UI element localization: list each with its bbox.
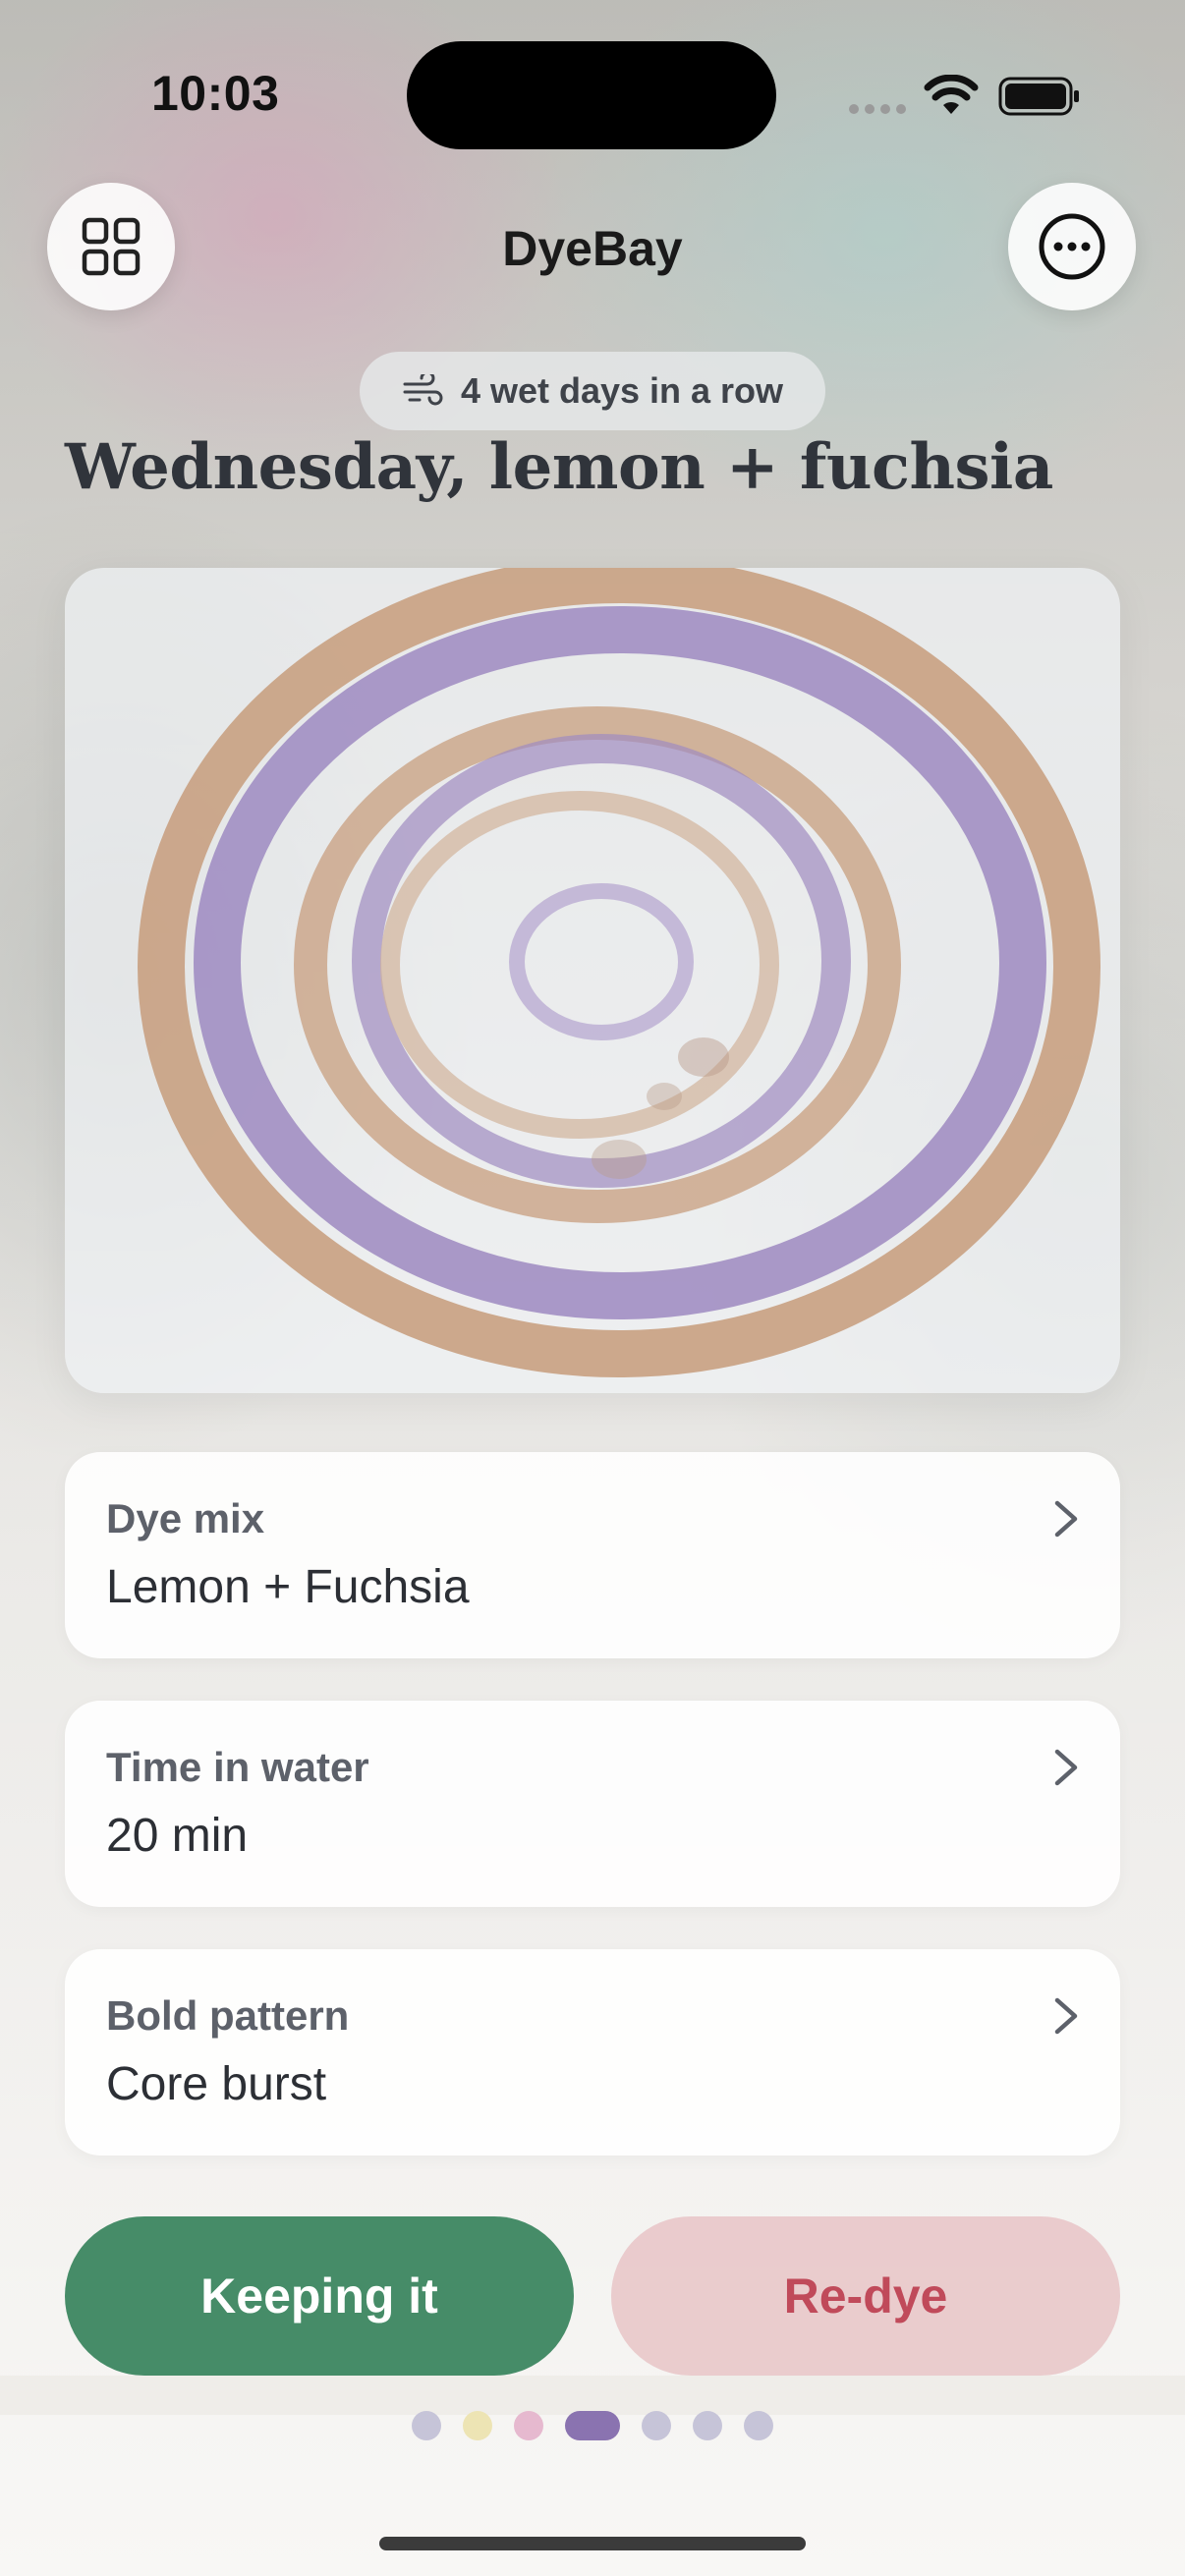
dye-preview-card: [65, 568, 1120, 1393]
page-dot[interactable]: [514, 2411, 543, 2440]
chevron-right-icon: [1054, 1500, 1078, 1538]
ring-center-lavender: [509, 883, 694, 1040]
row-label: Dye mix: [106, 1495, 265, 1541]
page-dot[interactable]: [412, 2411, 441, 2440]
tie-dye-rings: [138, 568, 1100, 1377]
page-dot[interactable]: [463, 2411, 492, 2440]
wifi-icon: [924, 75, 979, 114]
chevron-right-icon: [1054, 1749, 1078, 1786]
streak-chip: 4 wet days in a row: [360, 352, 825, 430]
page-dot-active[interactable]: [565, 2411, 620, 2440]
dye-spot: [647, 1083, 682, 1110]
ring-tan-3: [380, 791, 779, 1139]
button-fade-overlay: [0, 2376, 1185, 2415]
dynamic-island: [407, 41, 776, 149]
row-label: Bold pattern: [106, 1992, 350, 2039]
page-indicator[interactable]: [0, 2411, 1185, 2440]
row-value: 20 min: [106, 1810, 249, 1862]
row-label: Time in water: [106, 1744, 369, 1790]
redye-button[interactable]: Re-dye: [611, 2216, 1120, 2376]
page-dot[interactable]: [642, 2411, 671, 2440]
battery-icon: [998, 77, 1079, 116]
row-bold-pattern[interactable]: Bold pattern Core burst: [65, 1949, 1120, 2156]
wind-icon: [403, 374, 443, 406]
page-headline: Wednesday, lemon + fuchsia: [65, 430, 1053, 504]
chevron-right-icon: [1054, 1997, 1078, 2035]
row-value: Core burst: [106, 2058, 327, 2110]
keep-button[interactable]: Keeping it: [65, 2216, 574, 2376]
dye-spot: [592, 1140, 647, 1179]
more-icon: [1039, 213, 1105, 280]
more-button[interactable]: [1008, 183, 1136, 310]
dye-spot: [678, 1037, 729, 1077]
row-time-in-water[interactable]: Time in water 20 min: [65, 1701, 1120, 1907]
cellular-signal-icon: [849, 104, 906, 114]
row-dye-mix[interactable]: Dye mix Lemon + Fuchsia: [65, 1452, 1120, 1658]
status-time: 10:03: [151, 66, 280, 121]
page-dot[interactable]: [693, 2411, 722, 2440]
row-value: Lemon + Fuchsia: [106, 1561, 470, 1613]
page-dot[interactable]: [744, 2411, 773, 2440]
streak-text: 4 wet days in a row: [460, 370, 784, 411]
home-indicator[interactable]: [379, 2537, 806, 2550]
